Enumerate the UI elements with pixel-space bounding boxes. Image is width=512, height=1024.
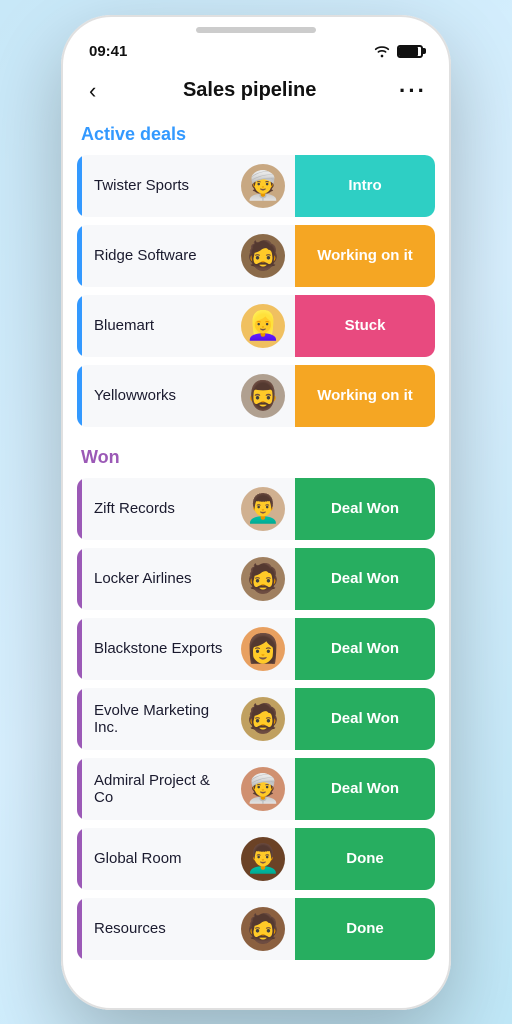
deal-row[interactable]: Twister Sports👳Intro	[77, 155, 435, 217]
avatar: 👱‍♀️	[241, 304, 285, 348]
section-title-active: Active deals	[77, 124, 435, 145]
deal-row[interactable]: Locker Airlines🧔Deal Won	[77, 548, 435, 610]
status-badge: Working on it	[295, 225, 435, 287]
deal-name: Evolve Marketing Inc.	[82, 702, 241, 736]
status-badge: Done	[295, 828, 435, 890]
battery-icon	[397, 45, 423, 58]
avatar: 🧔	[241, 234, 285, 278]
avatar: 🧔	[241, 697, 285, 741]
page-title: Sales pipeline	[183, 79, 316, 102]
deal-name: Blackstone Exports	[82, 640, 241, 657]
deal-row[interactable]: Blackstone Exports👩Deal Won	[77, 618, 435, 680]
avatar: 👨‍🦱	[241, 487, 285, 531]
avatar: 👳	[241, 164, 285, 208]
deal-name: Twister Sports	[82, 177, 241, 194]
avatar: 🧔‍♂️	[241, 374, 285, 418]
status-badge: Deal Won	[295, 758, 435, 820]
deal-name: Admiral Project & Co	[82, 772, 241, 806]
deal-name: Bluemart	[82, 317, 241, 334]
deal-name: Yellowworks	[82, 387, 241, 404]
header: ‹ Sales pipeline ···	[61, 66, 451, 124]
deal-row[interactable]: Admiral Project & Co👳Deal Won	[77, 758, 435, 820]
section-active: Active deals Twister Sports👳Intro Ridge So…	[77, 124, 435, 427]
deal-name: Ridge Software	[82, 247, 241, 264]
deal-name: Resources	[82, 920, 241, 937]
menu-button[interactable]: ···	[399, 78, 427, 104]
status-badge: Deal Won	[295, 688, 435, 750]
deal-row[interactable]: Global Room👨‍🦱Done	[77, 828, 435, 890]
deal-name: Global Room	[82, 850, 241, 867]
status-badge: Deal Won	[295, 478, 435, 540]
status-badge: Working on it	[295, 365, 435, 427]
status-badge: Deal Won	[295, 618, 435, 680]
status-badge: Deal Won	[295, 548, 435, 610]
status-time: 09:41	[89, 43, 127, 60]
status-badge: Stuck	[295, 295, 435, 357]
status-bar: 09:41	[61, 33, 451, 66]
deal-row[interactable]: Bluemart👱‍♀️Stuck	[77, 295, 435, 357]
content-area: Active dealsTwister Sports👳IntroRidge So…	[61, 124, 451, 980]
deal-row[interactable]: Evolve Marketing Inc.🧔Deal Won	[77, 688, 435, 750]
section-title-won: Won	[77, 447, 435, 468]
deal-row[interactable]: Ridge Software🧔Working on it	[77, 225, 435, 287]
phone-frame: 09:41 ‹ Sales pipeline ··· Active deals T…	[61, 15, 451, 1010]
deal-row[interactable]: Zift Records👨‍🦱Deal Won	[77, 478, 435, 540]
avatar: 👩	[241, 627, 285, 671]
avatar: 🧔	[241, 907, 285, 951]
section-won: WonZift Records👨‍🦱Deal WonLocker Airline…	[77, 447, 435, 960]
back-button[interactable]: ‹	[85, 74, 100, 108]
avatar: 👨‍🦱	[241, 837, 285, 881]
avatar: 👳	[241, 767, 285, 811]
deal-row[interactable]: Yellowworks🧔‍♂️Working on it	[77, 365, 435, 427]
deal-name: Locker Airlines	[82, 570, 241, 587]
wifi-icon	[373, 45, 391, 58]
deal-name: Zift Records	[82, 500, 241, 517]
status-icons	[373, 45, 423, 58]
status-badge: Done	[295, 898, 435, 960]
deal-row[interactable]: Resources🧔Done	[77, 898, 435, 960]
status-badge: Intro	[295, 155, 435, 217]
avatar: 🧔	[241, 557, 285, 601]
